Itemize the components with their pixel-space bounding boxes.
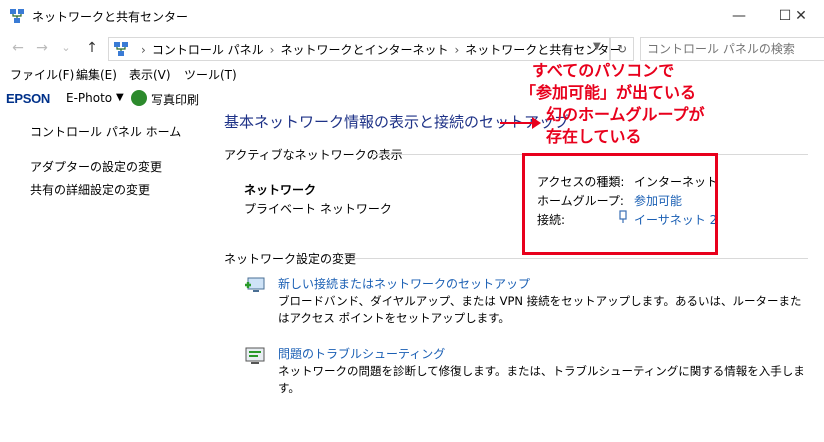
breadcrumb-item[interactable]: コントロール パネル [152, 43, 264, 57]
troubleshoot-link[interactable]: 問題のトラブルシューティング [278, 345, 445, 362]
sidebar-item-control-panel-home[interactable]: コントロール パネル ホーム [30, 123, 181, 140]
chevron-down-icon[interactable]: ▼ [593, 41, 601, 52]
new-connection-description: ブロードバンド、ダイヤルアップ、または VPN 接続をセットアップします。あるい… [278, 294, 802, 325]
refresh-icon: ↻ [616, 42, 628, 56]
change-settings-header: ネットワーク設定の変更 [224, 252, 357, 266]
sidebar-item-advanced-sharing[interactable]: 共有の詳細設定の変更 [30, 181, 150, 198]
new-connection-link[interactable]: 新しい接続またはネットワークのセットアップ [278, 275, 530, 292]
epson-logo: EPSON [6, 91, 51, 106]
ephoto-button[interactable]: E-Photo [66, 91, 112, 105]
control-panel-icon [114, 42, 128, 56]
search-box[interactable] [640, 37, 824, 61]
menu-edit[interactable]: 編集(E) [76, 66, 117, 83]
back-button[interactable]: ← [8, 38, 28, 58]
chevron-down-icon[interactable]: ▼ [116, 92, 124, 103]
divider [342, 258, 808, 259]
close-button[interactable]: ✕ [778, 0, 824, 32]
troubleshoot-icon [245, 347, 265, 364]
network-name: ネットワーク [244, 183, 317, 197]
search-input[interactable] [645, 38, 799, 60]
forward-button[interactable]: → [32, 38, 52, 58]
network-type: プライベート ネットワーク [244, 202, 392, 216]
menu-view[interactable]: 表示(V) [129, 66, 171, 83]
new-connection-icon [245, 277, 265, 292]
recent-locations-button[interactable]: ⌄ [56, 38, 76, 58]
sidebar-item-adapter-settings[interactable]: アダプターの設定の変更 [30, 158, 162, 175]
network-center-icon [10, 9, 24, 23]
annotation-text: すべてのパソコンで 「参加可能」が出ている 幻のホームグループが 存在している [520, 61, 705, 146]
photo-print-button[interactable]: 写真印刷 [151, 91, 199, 108]
minimize-button[interactable]: — [716, 0, 762, 32]
troubleshoot-description: ネットワークの問題を診断して修復します。または、トラブルシューティングに関する情… [278, 364, 805, 395]
breadcrumb: › コントロール パネル › ネットワークとインターネット › ネットワークと共有センター [141, 43, 622, 57]
photo-print-icon[interactable] [131, 90, 147, 106]
address-bar[interactable]: › コントロール パネル › ネットワークとインターネット › ネットワークと共有センター… [108, 37, 621, 61]
refresh-button[interactable]: ↻ [610, 37, 634, 61]
annotation-highlight-box [522, 153, 718, 255]
title-bar: ネットワークと共有センター — ☐ ✕ [0, 0, 824, 32]
breadcrumb-item[interactable]: ネットワークとインターネット [280, 43, 448, 57]
up-button[interactable]: ↑ [82, 38, 102, 58]
menu-file[interactable]: ファイル(F) [10, 66, 74, 83]
menu-tools[interactable]: ツール(T) [184, 66, 237, 83]
window-title: ネットワークと共有センター [32, 10, 189, 24]
